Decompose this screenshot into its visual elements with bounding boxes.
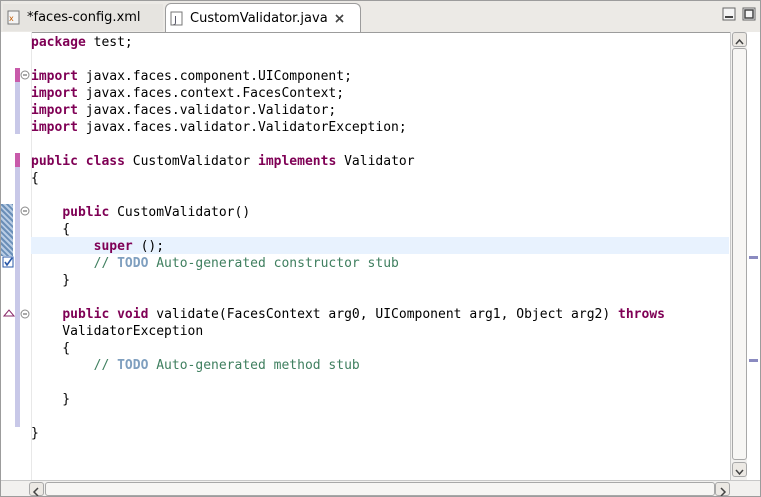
java-file-icon: J — [170, 11, 183, 26]
code-line[interactable]: public void validate(FacesContext arg0, … — [31, 306, 665, 323]
scroll-right-button[interactable] — [715, 482, 730, 496]
close-icon[interactable] — [334, 13, 345, 24]
code-line[interactable]: super (); — [31, 238, 164, 255]
annotation-hatch — [1, 204, 13, 256]
code-token: javax.faces.component.UIComponent; — [77, 69, 352, 84]
code-token: javax.faces.context.FacesContext; — [77, 86, 345, 101]
code-comment: // — [31, 358, 118, 373]
code-keyword: class — [85, 154, 125, 169]
code-keyword: void — [117, 307, 149, 322]
fold-collapse-icon[interactable] — [20, 309, 30, 319]
code-line[interactable]: import javax.faces.validator.ValidatorEx… — [31, 119, 407, 136]
code-token: javax.faces.validator.ValidatorException… — [77, 120, 407, 135]
window-controls — [722, 7, 756, 21]
code-line[interactable]: } — [31, 425, 39, 442]
fold-collapse-icon[interactable] — [20, 206, 30, 216]
code-todo-tag: TODO — [117, 256, 149, 271]
code-text[interactable]: package test; import javax.faces.componen… — [31, 32, 729, 480]
arrow-left-icon — [32, 487, 39, 496]
code-keyword: super — [93, 239, 133, 254]
code-line[interactable]: package test; — [31, 34, 133, 51]
code-keyword: public — [62, 205, 110, 220]
code-line[interactable]: ValidatorException — [31, 323, 203, 340]
code-token: javax.faces.validator.Validator; — [77, 103, 337, 118]
code-token: } — [31, 426, 39, 441]
maximize-icon[interactable] — [742, 7, 756, 21]
code-line[interactable]: { — [31, 170, 39, 187]
code-comment: Auto-generated constructor stub — [148, 256, 399, 271]
code-line[interactable]: // TODO Auto-generated method stub — [31, 357, 360, 374]
horizontal-scroll-thumb[interactable] — [45, 482, 715, 496]
code-token: (); — [132, 239, 165, 254]
scroll-down-button[interactable] — [732, 462, 747, 477]
code-token: test; — [85, 35, 133, 50]
code-token: validate(FacesContext arg0, UIComponent … — [148, 307, 619, 322]
code-keyword: import — [31, 86, 78, 101]
minimize-icon[interactable] — [722, 7, 736, 21]
code-line[interactable]: { — [31, 340, 70, 357]
code-line[interactable]: public class CustomValidator implements … — [31, 153, 415, 170]
code-keyword: throws — [618, 307, 665, 322]
xml-file-icon: x — [7, 10, 20, 25]
code-keyword: import — [31, 103, 78, 118]
code-line[interactable]: public CustomValidator() — [31, 204, 250, 221]
code-editor[interactable]: package test; import javax.faces.componen… — [1, 32, 760, 480]
svg-text:x: x — [9, 14, 14, 23]
arrow-right-icon — [720, 487, 727, 496]
code-keyword: public — [31, 154, 78, 169]
code-todo-tag: TODO — [117, 358, 149, 373]
scroll-thumb[interactable] — [732, 48, 747, 460]
editor-tab-bar: x *faces-config.xml J CustomValidator.ja… — [1, 1, 760, 33]
fold-collapse-icon[interactable] — [20, 70, 30, 80]
overview-task-marker[interactable] — [749, 256, 758, 259]
implements-triangle-icon[interactable] — [3, 308, 15, 318]
code-line[interactable]: } — [31, 391, 70, 408]
code-line[interactable]: { — [31, 221, 70, 238]
tab-faces-config[interactable]: x *faces-config.xml — [3, 4, 163, 31]
code-line[interactable]: } — [31, 272, 70, 289]
vertical-scrollbar[interactable] — [730, 32, 748, 480]
code-token: { — [31, 341, 71, 356]
change-marker — [15, 82, 20, 134]
code-token: } — [31, 392, 71, 407]
code-token: Validator — [336, 154, 415, 169]
horizontal-scrollbar[interactable] — [1, 480, 760, 496]
code-keyword: package — [31, 35, 86, 50]
code-token: { — [31, 222, 71, 237]
code-token: } — [31, 273, 71, 288]
code-token: ValidatorException — [31, 324, 204, 339]
tab-custom-validator[interactable]: J CustomValidator.java — [165, 3, 361, 32]
code-keyword: implements — [258, 154, 337, 169]
code-token: CustomValidator — [124, 154, 258, 169]
code-keyword: import — [31, 120, 78, 135]
change-marker — [15, 153, 20, 167]
code-keyword: import — [31, 69, 78, 84]
code-keyword: public — [62, 307, 110, 322]
code-line[interactable]: import javax.faces.component.UIComponent… — [31, 68, 352, 85]
overview-task-marker[interactable] — [749, 359, 758, 362]
scroll-up-button[interactable] — [732, 32, 747, 47]
code-line[interactable]: import javax.faces.validator.Validator; — [31, 102, 336, 119]
code-token: CustomValidator() — [109, 205, 251, 220]
task-checkbox-icon[interactable] — [2, 256, 14, 268]
arrow-down-icon — [735, 469, 744, 476]
arrow-up-icon — [735, 38, 744, 45]
tab-label: CustomValidator.java — [190, 10, 328, 26]
overview-ruler[interactable] — [747, 32, 760, 480]
code-line[interactable]: // TODO Auto-generated constructor stub — [31, 255, 399, 272]
svg-text:J: J — [173, 15, 177, 26]
editor-window: x *faces-config.xml J CustomValidator.ja… — [0, 0, 761, 497]
tab-label: *faces-config.xml — [27, 10, 141, 25]
code-line[interactable]: import javax.faces.context.FacesContext; — [31, 85, 344, 102]
code-token: { — [31, 171, 39, 186]
scroll-left-button[interactable] — [29, 482, 44, 496]
code-comment: // — [31, 256, 118, 271]
code-comment: Auto-generated method stub — [148, 358, 360, 373]
